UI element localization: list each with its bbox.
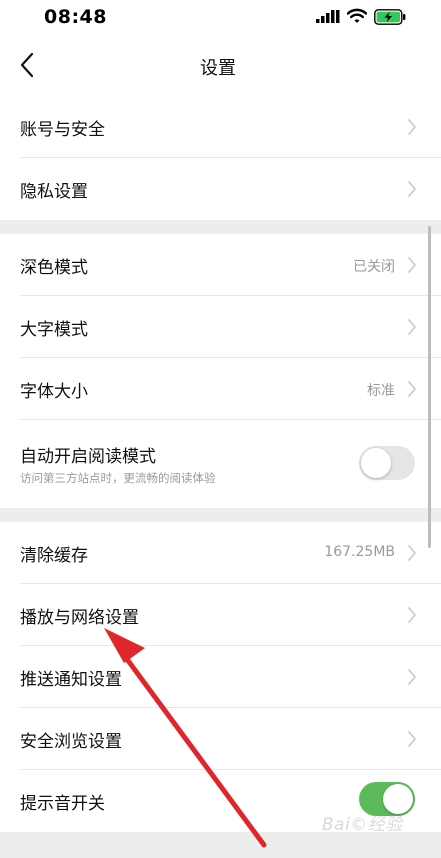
status-time: 08:48 [44, 6, 107, 28]
row-label: 字体大小 [20, 382, 88, 402]
settings-row-font-size[interactable]: 字体大小 标准 [0, 358, 441, 420]
settings-row-playback-network[interactable]: 播放与网络设置 [0, 584, 441, 646]
chevron-right-icon [408, 545, 416, 561]
chevron-right-icon [408, 669, 416, 685]
chevron-right-icon [408, 607, 416, 623]
row-value: 标准 [367, 383, 395, 399]
row-label: 安全浏览设置 [20, 732, 122, 752]
battery-charging-icon [374, 9, 406, 25]
settings-row-push-notify[interactable]: 推送通知设置 [0, 646, 441, 708]
settings-row-large-text[interactable]: 大字模式 [0, 296, 441, 358]
chevron-right-icon [408, 319, 416, 335]
page-title: 设置 [200, 58, 236, 79]
row-label: 播放与网络设置 [20, 608, 139, 628]
settings-row-dark-mode[interactable]: 深色模式 已关闭 [0, 234, 441, 296]
nav-bar: 设置 [0, 36, 441, 96]
wifi-icon [347, 8, 367, 23]
reader-mode-toggle[interactable] [359, 446, 415, 480]
row-label: 隐私设置 [20, 182, 88, 202]
cellular-signal-icon [316, 10, 340, 23]
row-label: 提示音开关 [20, 794, 105, 814]
chevron-right-icon [408, 181, 416, 197]
settings-row-privacy[interactable]: 隐私设置 [0, 158, 441, 220]
status-bar: 08:48 [0, 0, 441, 36]
row-label: 自动开启阅读模式 [20, 447, 156, 467]
settings-row-account-security[interactable]: 账号与安全 [0, 96, 441, 158]
row-label: 推送通知设置 [20, 670, 122, 690]
settings-row-safe-browse[interactable]: 安全浏览设置 [0, 708, 441, 770]
toggle-knob [361, 448, 391, 478]
row-subtitle: 访问第三方站点时，更流畅的阅读体验 [20, 471, 216, 485]
watermark: Bai©经验 [322, 815, 403, 835]
row-label: 深色模式 [20, 258, 88, 278]
row-label: 账号与安全 [20, 120, 105, 140]
row-label: 清除缓存 [20, 546, 88, 566]
chevron-right-icon [408, 119, 416, 135]
chevron-right-icon [408, 381, 416, 397]
chevron-right-icon [408, 257, 416, 273]
row-value: 167.25MB [324, 544, 395, 560]
settings-row-reader-mode: 自动开启阅读模式 访问第三方站点时，更流畅的阅读体验 [0, 420, 441, 508]
row-label: 大字模式 [20, 320, 88, 340]
row-value: 已关闭 [353, 259, 395, 275]
chevron-right-icon [408, 731, 416, 747]
scroll-indicator[interactable] [428, 226, 431, 548]
settings-row-clear-cache[interactable]: 清除缓存 167.25MB [0, 522, 441, 584]
